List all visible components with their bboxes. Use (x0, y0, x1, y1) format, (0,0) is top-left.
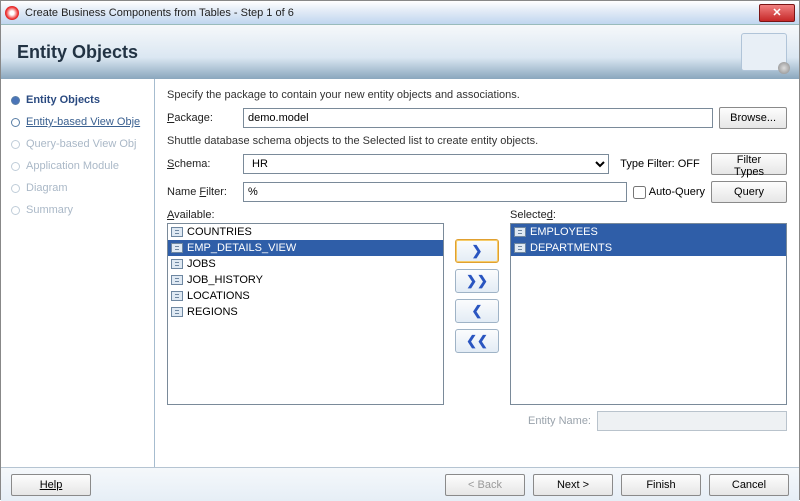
list-item-label: JOB_HISTORY (187, 274, 263, 286)
list-item[interactable]: DEPARTMENTS (511, 240, 786, 256)
table-icon (171, 227, 183, 237)
app-icon (5, 6, 19, 20)
list-item-label: DEPARTMENTS (530, 242, 612, 254)
help-button[interactable]: Help (11, 474, 91, 496)
remove-all-button[interactable]: ❮❮ (455, 329, 499, 353)
list-item[interactable]: JOB_HISTORY (168, 272, 443, 288)
list-item-label: COUNTRIES (187, 226, 252, 238)
step-entity-objects[interactable]: Entity Objects (11, 89, 150, 111)
available-pane: Available: COUNTRIES EMP_DETAILS_VIEW JO… (167, 209, 444, 405)
finish-button[interactable]: Finish (621, 474, 701, 496)
list-item[interactable]: EMP_DETAILS_VIEW (168, 240, 443, 256)
step-label: Entity Objects (26, 94, 100, 106)
step-label: Entity-based View Obje (26, 116, 140, 128)
table-icon (171, 259, 183, 269)
schema-select[interactable]: HR (243, 154, 609, 174)
add-button[interactable]: ❯ (455, 239, 499, 263)
add-all-button[interactable]: ❯❯ (455, 269, 499, 293)
browse-button[interactable]: Browse... (719, 107, 787, 129)
step-diagram: Diagram (11, 177, 150, 199)
back-button: < Back (445, 474, 525, 496)
window-title: Create Business Components from Tables -… (25, 7, 759, 19)
filter-types-button[interactable]: Filter Types (711, 153, 787, 175)
table-icon (171, 275, 183, 285)
selected-list[interactable]: EMPLOYEES DEPARTMENTS (510, 223, 787, 405)
name-filter-label: Name Filter: (167, 186, 237, 198)
query-button[interactable]: Query (711, 181, 787, 203)
list-item-label: LOCATIONS (187, 290, 250, 302)
close-icon: ✕ (772, 6, 781, 19)
remove-button[interactable]: ❮ (455, 299, 499, 323)
title-bar: Create Business Components from Tables -… (1, 1, 799, 25)
selected-pane: Selected: EMPLOYEES DEPARTMENTS (510, 209, 787, 405)
shuttle-buttons: ❯ ❯❯ ❮ ❮❮ (452, 209, 502, 405)
footer: Help < Back Next > Finish Cancel (1, 467, 799, 501)
step-entity-based-views[interactable]: Entity-based View Obje (11, 111, 150, 133)
table-icon (171, 307, 183, 317)
package-label: Package: (167, 112, 237, 124)
auto-query-label: Auto-Query (649, 186, 705, 198)
table-icon (171, 243, 183, 253)
table-icon (514, 243, 526, 253)
list-item-label: JOBS (187, 258, 216, 270)
entity-name-input (597, 411, 787, 431)
page-heading: Entity Objects (17, 42, 138, 63)
banner-icon (741, 33, 787, 71)
name-filter-input[interactable] (243, 182, 627, 202)
step-application-module: Application Module (11, 155, 150, 177)
package-input[interactable] (243, 108, 713, 128)
available-list[interactable]: COUNTRIES EMP_DETAILS_VIEW JOBS JOB_HIST… (167, 223, 444, 405)
step-label: Diagram (26, 182, 68, 194)
available-header: Available: (167, 209, 444, 221)
cancel-button[interactable]: Cancel (709, 474, 789, 496)
close-button[interactable]: ✕ (759, 4, 795, 22)
list-item-label: REGIONS (187, 306, 238, 318)
entity-name-label: Entity Name: (528, 415, 591, 427)
description-1: Specify the package to contain your new … (167, 89, 787, 101)
type-filter-status: Type Filter: OFF (615, 158, 705, 170)
step-summary: Summary (11, 199, 150, 221)
next-button[interactable]: Next > (533, 474, 613, 496)
auto-query-checkbox[interactable]: Auto-Query (633, 186, 705, 199)
banner: Entity Objects (1, 25, 799, 79)
selected-header: Selected: (510, 209, 787, 221)
table-icon (171, 291, 183, 301)
table-icon (514, 227, 526, 237)
entity-name-row: Entity Name: (167, 411, 787, 431)
list-item[interactable]: REGIONS (168, 304, 443, 320)
content-pane: Specify the package to contain your new … (155, 79, 799, 467)
list-item[interactable]: EMPLOYEES (511, 224, 786, 240)
wizard-sidebar: Entity Objects Entity-based View Obje Qu… (1, 79, 155, 467)
schema-label: Schema: (167, 158, 237, 170)
step-label: Summary (26, 204, 73, 216)
step-label: Query-based View Obj (26, 138, 136, 150)
list-item-label: EMP_DETAILS_VIEW (187, 242, 296, 254)
step-query-based-views: Query-based View Obj (11, 133, 150, 155)
list-item[interactable]: JOBS (168, 256, 443, 272)
list-item[interactable]: COUNTRIES (168, 224, 443, 240)
step-label: Application Module (26, 160, 119, 172)
list-item[interactable]: LOCATIONS (168, 288, 443, 304)
list-item-label: EMPLOYEES (530, 226, 598, 238)
description-2: Shuttle database schema objects to the S… (167, 135, 787, 147)
